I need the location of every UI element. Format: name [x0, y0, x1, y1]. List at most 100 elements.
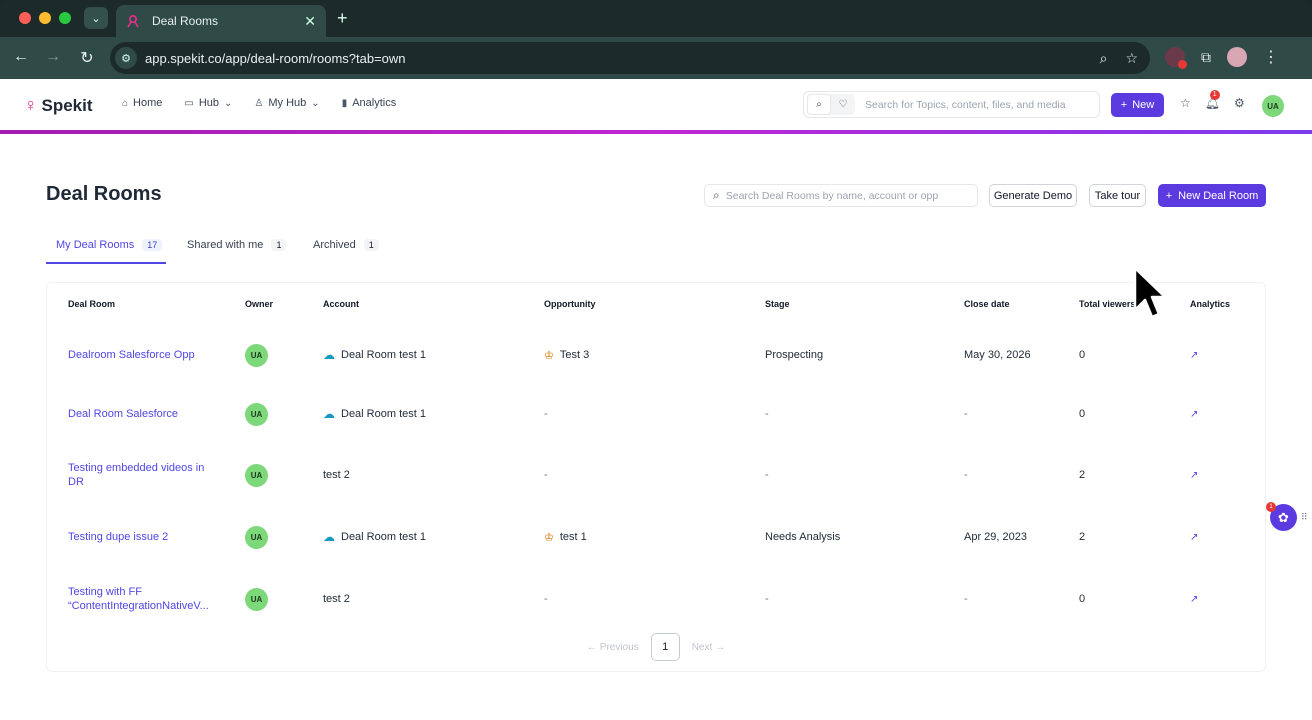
global-search-bar[interactable]: ⌕ ♡ Search for Topics, content, files, a… [803, 91, 1100, 118]
close-window-button[interactable] [19, 12, 31, 24]
notifications-bell-icon[interactable]: 🔔︎ 1 [1205, 90, 1220, 110]
ai-search-mode-icon[interactable]: ♡ [831, 94, 855, 115]
column-header[interactable]: Total viewers [1079, 299, 1135, 309]
next-page-button[interactable]: Next → [692, 642, 725, 653]
opportunity-name: - [544, 593, 548, 605]
nav-analytics-label: Analytics [352, 97, 397, 109]
stage-value: Needs Analysis [765, 531, 841, 543]
new-button[interactable]: + New [1111, 93, 1164, 117]
table-row[interactable]: Testing dupe issue 2 UA ☁ Deal Room test 1 ♔… [47, 507, 1265, 567]
column-header[interactable]: Deal Room [68, 299, 115, 309]
next-label: Next [691, 641, 713, 653]
current-page-button[interactable]: 1 [650, 633, 680, 661]
owner-avatar: UA [245, 587, 268, 611]
owner-avatar: UA [245, 402, 268, 426]
widget-badge: 1 [1266, 502, 1276, 512]
external-link-icon[interactable]: ↗ [1190, 409, 1198, 420]
opportunity-name: Test 3 [559, 349, 590, 361]
tab-my-deal-rooms[interactable]: My Deal Rooms 17 [46, 232, 166, 264]
table-row[interactable]: Dealroom Salesforce Opp UA ☁ Deal Room test… [47, 325, 1265, 385]
deal-room-link[interactable]: Dealroom Salesforce Opp [68, 348, 218, 362]
tab-count-badge: 17 [142, 239, 163, 251]
column-header[interactable]: Close date [964, 299, 1010, 309]
tab-search-chevron-icon[interactable]: ⌄ [84, 7, 108, 29]
column-header[interactable]: Account [323, 299, 359, 309]
deal-room-link[interactable]: Deal Room Salesforce [68, 407, 218, 421]
tab-strip: ⌄ Deal Rooms ✕ + [0, 0, 1312, 37]
close-date-value: - [964, 408, 968, 420]
external-link-icon[interactable]: ↗ [1190, 532, 1198, 543]
account-name: Deal Room test 1 [341, 531, 426, 543]
nav-analytics[interactable]: ▮ Analytics [342, 97, 397, 109]
drag-handle-icon[interactable]: ⠿ [1301, 512, 1308, 523]
new-deal-room-button[interactable]: + New Deal Room [1158, 184, 1266, 207]
user-avatar[interactable]: UA [1262, 95, 1284, 117]
tab-close-icon[interactable]: ✕ [304, 13, 316, 30]
logo-text: Spekit [41, 95, 93, 115]
opportunity-name: - [544, 408, 548, 420]
back-arrow-icon[interactable]: ← [11, 48, 31, 66]
nav-home[interactable]: ⌂ Home [122, 97, 162, 109]
tab-archived[interactable]: Archived 1 [313, 232, 379, 264]
maximize-window-button[interactable] [59, 12, 71, 24]
favorites-star-icon[interactable]: ☆ [1180, 96, 1191, 110]
plus-icon: + [1120, 99, 1128, 111]
column-header[interactable]: Opportunity [544, 299, 596, 309]
browser-window-chrome: ⌄ Deal Rooms ✕ + ← → ↻ ⚙ app.spekit.co/a… [0, 0, 1312, 79]
reload-icon[interactable]: ↻ [77, 48, 97, 68]
deal-room-link[interactable]: Testing with FF “ContentIntegrationNativ… [68, 585, 218, 613]
search-mode-icon[interactable]: ⌕ [807, 94, 831, 115]
browser-tab-active[interactable]: Deal Rooms ✕ [116, 5, 326, 37]
site-settings-icon[interactable]: ⚙ [115, 47, 137, 69]
deal-room-link[interactable]: Testing dupe issue 2 [68, 530, 218, 544]
external-link-icon[interactable]: ↗ [1190, 594, 1198, 605]
account-name: Deal Room test 1 [341, 349, 426, 361]
brand-gradient-divider [0, 130, 1312, 134]
spekit-logo[interactable]: ♀ Spekit [24, 95, 93, 116]
salesforce-cloud-icon: ☁ [323, 407, 335, 421]
extension-spekit-icon[interactable] [1165, 47, 1187, 69]
spekit-favicon-icon [127, 14, 139, 28]
spekit-logo-icon: ♀ [24, 95, 38, 115]
tab-label: My Deal Rooms [56, 239, 135, 251]
previous-page-button[interactable]: ← Previous [587, 642, 639, 653]
settings-gear-icon[interactable]: ⚙ [1234, 96, 1245, 110]
deal-rooms-table: Deal Room Owner Account Opportunity Stag… [46, 282, 1266, 672]
table-row[interactable]: Testing embedded videos in DR UA test 2 - - -… [47, 445, 1265, 505]
extensions-puzzle-icon[interactable]: ⧉ [1201, 49, 1211, 66]
column-header[interactable]: Owner [245, 299, 273, 309]
nav-home-label: Home [133, 97, 163, 109]
url-text: app.spekit.co/app/deal-room/rooms?tab=ow… [145, 50, 406, 66]
tab-shared-with-me[interactable]: Shared with me 1 [187, 232, 287, 264]
browser-toolbar: ← → ↻ ⚙ app.spekit.co/app/deal-room/room… [0, 37, 1312, 79]
table-row[interactable]: Testing with FF “ContentIntegrationNativ… [47, 569, 1265, 629]
global-search-placeholder: Search for Topics, content, files, and m… [865, 98, 1066, 111]
profile-avatar-icon[interactable] [1227, 47, 1247, 67]
address-bar[interactable]: ⚙ app.spekit.co/app/deal-room/rooms?tab=… [110, 42, 1150, 74]
page-title: Deal Rooms [46, 183, 162, 205]
column-header[interactable]: Analytics [1190, 299, 1230, 309]
account-name: test 2 [323, 593, 350, 605]
zoom-icon[interactable]: ⌕ [1100, 50, 1108, 67]
external-link-icon[interactable]: ↗ [1190, 350, 1198, 361]
salesforce-cloud-icon: ☁ [323, 530, 335, 544]
new-deal-room-label: New Deal Room [1178, 189, 1259, 202]
bookmark-star-icon[interactable]: ☆ [1125, 50, 1138, 67]
nav-my-hub[interactable]: ♙ My Hub ⌄ [254, 97, 319, 109]
table-row[interactable]: Deal Room Salesforce UA ☁ Deal Room test 1 -… [47, 384, 1265, 444]
external-link-icon[interactable]: ↗ [1190, 470, 1198, 481]
top-navigation: ♀ Spekit ⌂ Home ▭ Hub ⌄ ♙ My Hub ⌄ ▮ Ana… [0, 79, 1312, 130]
deal-room-search-input[interactable]: ⌕ Search Deal Rooms by name, account or … [704, 184, 978, 207]
new-tab-plus-icon[interactable]: + [337, 8, 348, 29]
chevron-down-icon: ⌄ [311, 97, 320, 109]
owner-avatar: UA [245, 525, 268, 549]
deal-room-link[interactable]: Testing embedded videos in DR [68, 461, 218, 489]
column-header[interactable]: Stage [765, 299, 790, 309]
stage-value: - [765, 408, 769, 420]
browser-menu-icon[interactable]: ⋮ [1263, 47, 1279, 67]
generate-demo-button[interactable]: Generate Demo [989, 184, 1077, 207]
nav-hub[interactable]: ▭ Hub ⌄ [184, 97, 232, 109]
take-tour-button[interactable]: Take tour [1089, 184, 1146, 207]
minimize-window-button[interactable] [39, 12, 51, 24]
forward-arrow-icon[interactable]: → [43, 48, 63, 66]
